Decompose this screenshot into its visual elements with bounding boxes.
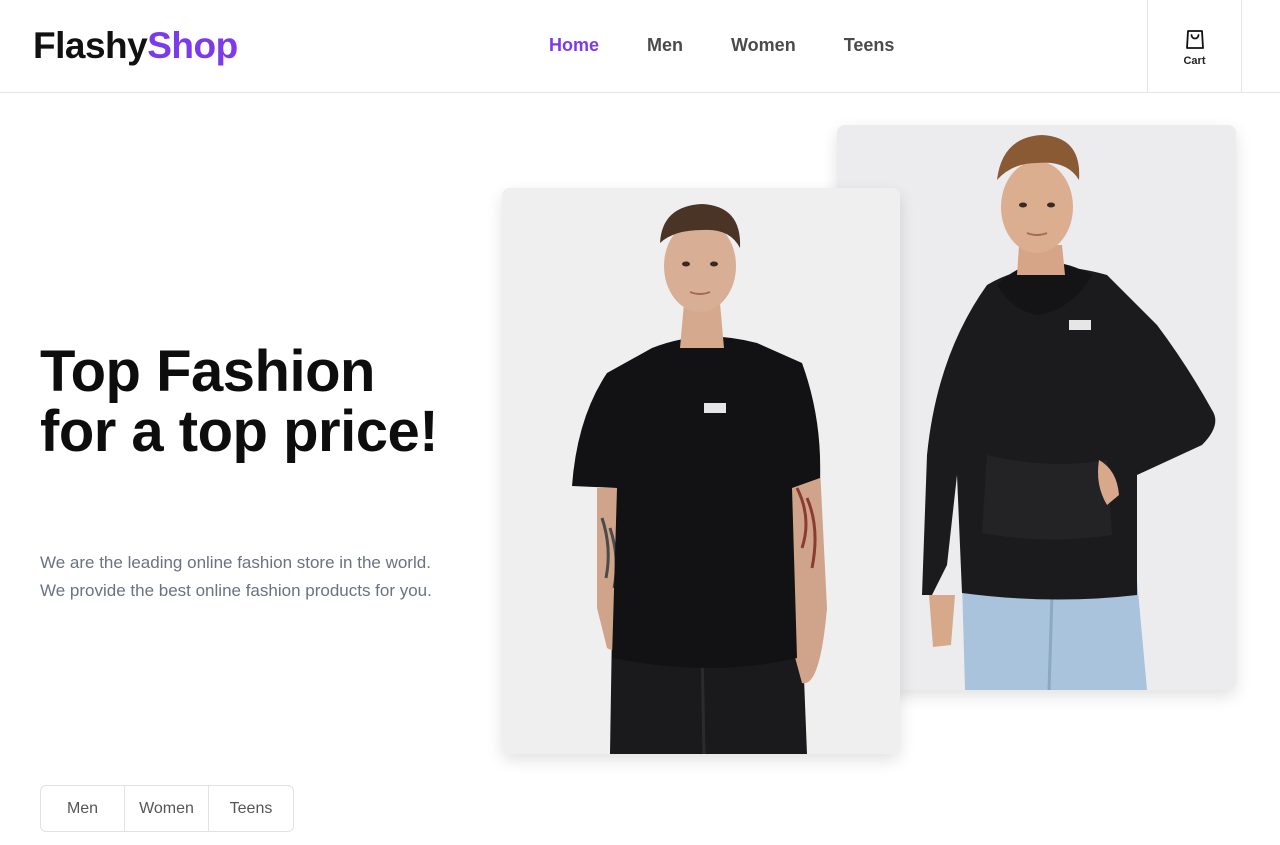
nav-men[interactable]: Men — [647, 33, 683, 57]
hero-image-tshirt — [502, 188, 900, 754]
main-nav: Home Men Women Teens — [549, 33, 942, 57]
cart-button[interactable]: Cart — [1147, 0, 1242, 93]
category-tab-men[interactable]: Men — [41, 786, 125, 831]
category-tab-teens[interactable]: Teens — [209, 786, 293, 831]
cart-label: Cart — [1183, 54, 1206, 67]
category-tabs: Men Women Teens — [40, 785, 294, 832]
nav-women[interactable]: Women — [731, 33, 796, 57]
hero-subtitle: We are the leading online fashion store … — [40, 553, 432, 600]
brand-name-part1: Flashy — [33, 25, 148, 66]
category-tab-women[interactable]: Women — [125, 786, 209, 831]
site-header: FlashyShop Home Men Women Teens Cart — [0, 0, 1280, 93]
hero-title: Top Fashion for a top price! — [40, 339, 439, 464]
brand-logo[interactable]: FlashyShop — [33, 24, 238, 68]
nav-home[interactable]: Home — [549, 33, 599, 57]
nav-teens[interactable]: Teens — [844, 33, 895, 57]
shopping-bag-icon — [1185, 29, 1204, 49]
model-in-black-tshirt-image — [502, 188, 900, 754]
brand-name-part2: Shop — [147, 25, 238, 66]
